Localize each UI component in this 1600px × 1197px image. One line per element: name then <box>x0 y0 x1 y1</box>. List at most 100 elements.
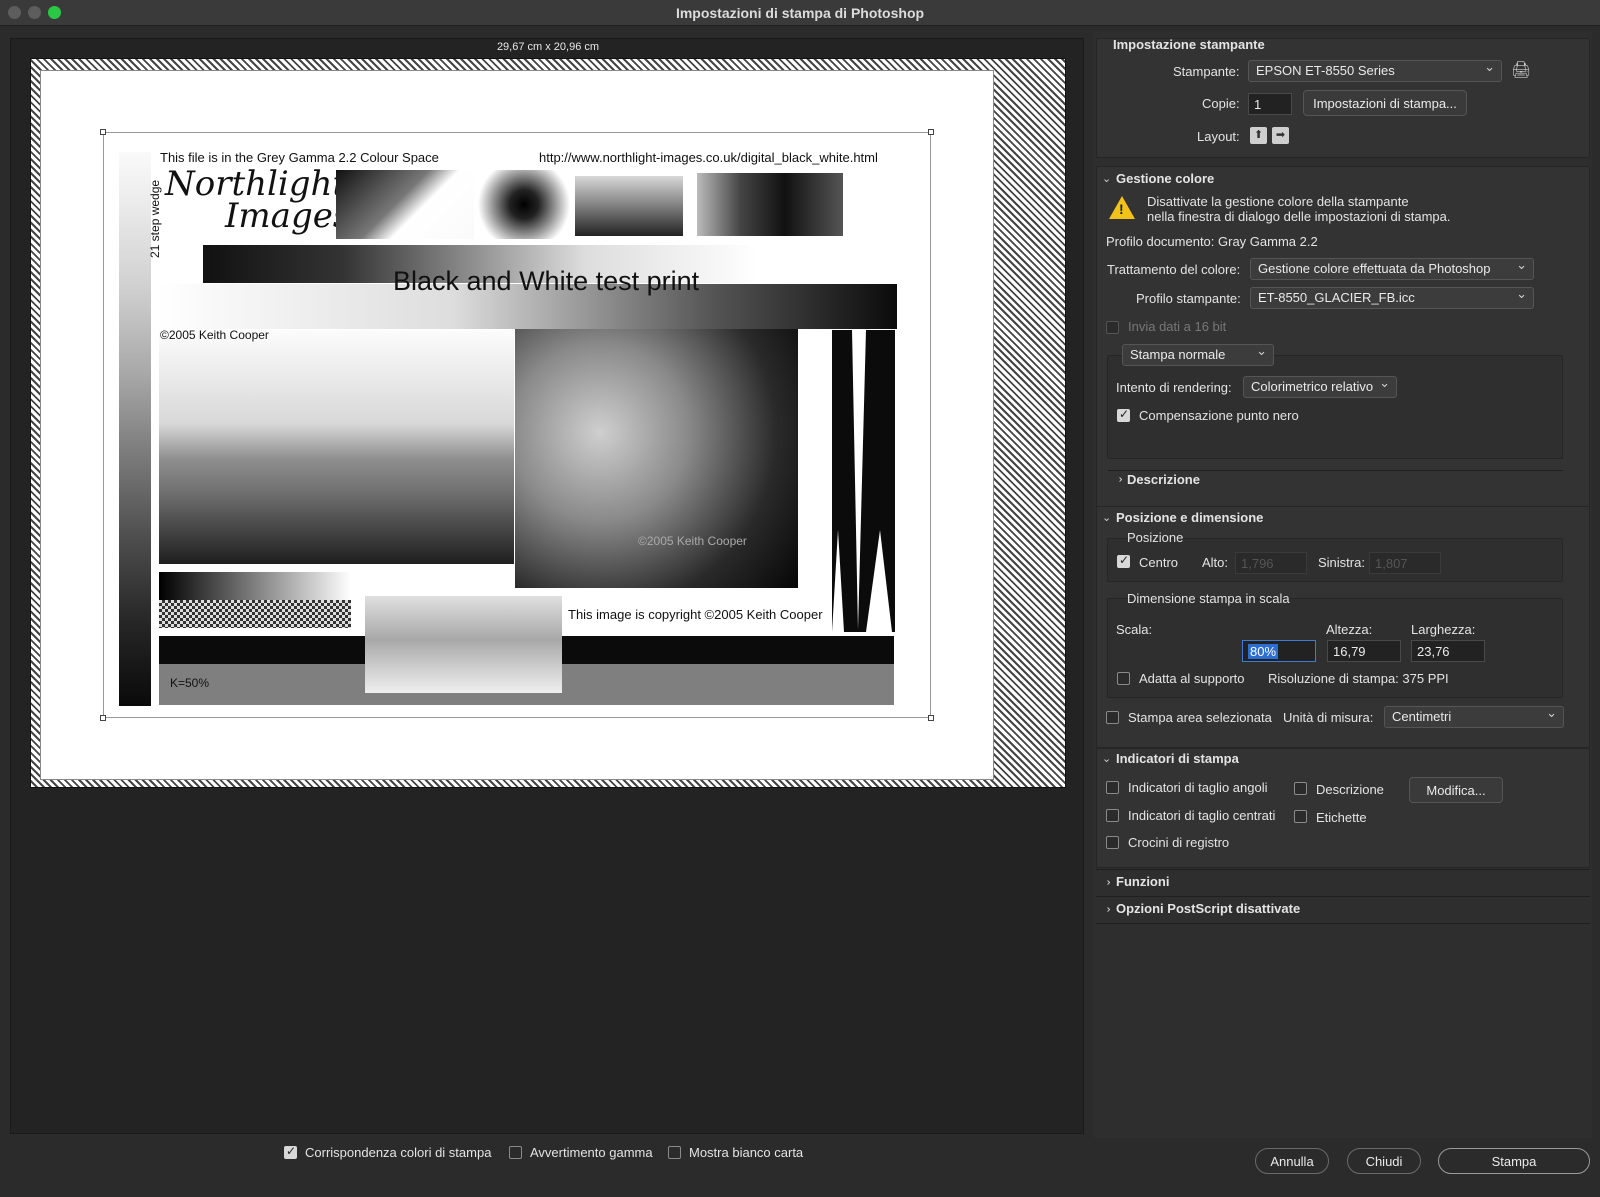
postscript-chevron-icon[interactable]: ⌄ <box>1100 905 1113 914</box>
units-select[interactable]: Centimetri <box>1384 706 1564 728</box>
printing-marks-chevron-icon[interactable]: ⌄ <box>1102 752 1111 765</box>
print-button[interactable]: Stampa <box>1438 1148 1590 1174</box>
landscape-layout-icon[interactable]: ➡ <box>1272 127 1289 144</box>
printer-profile-select[interactable]: ET-8550_GLACIER_FB.icc <box>1250 287 1534 309</box>
ruin-photo <box>515 329 798 588</box>
registration-checkbox[interactable] <box>1106 836 1119 849</box>
send-16bit-checkbox[interactable] <box>1106 321 1119 334</box>
units-label: Unità di misura: <box>1283 710 1374 725</box>
scaled-size-heading: Dimensione stampa in scala <box>1127 591 1290 606</box>
print-selected-label: Stampa area selezionata <box>1128 710 1272 725</box>
top-input[interactable]: 1,796 <box>1235 552 1307 574</box>
black-point-label: Compensazione punto nero <box>1139 408 1299 423</box>
k-value-label: K=50% <box>170 676 210 690</box>
registration-label: Crocini di registro <box>1128 835 1230 850</box>
misty-hills-photo <box>365 596 562 693</box>
position-heading: Posizione <box>1127 530 1184 545</box>
scale-input[interactable]: 80% <box>1242 640 1316 662</box>
resize-handle-top-left[interactable] <box>100 129 106 135</box>
copies-input[interactable]: 1 <box>1248 93 1292 115</box>
labels-label: Etichette <box>1316 810 1367 825</box>
width-label: Larghezza: <box>1411 622 1476 637</box>
divider <box>1108 470 1563 471</box>
position-size-heading[interactable]: Posizione e dimensione <box>1116 510 1263 525</box>
top-label: Alto: <box>1202 555 1229 570</box>
rendering-intent-label: Intento di rendering: <box>1116 380 1232 395</box>
width-input[interactable]: 23,76 <box>1411 640 1485 662</box>
lake-photo <box>159 330 514 564</box>
height-input[interactable]: 16,79 <box>1327 640 1401 662</box>
printer-label: Stampante: <box>1173 64 1240 79</box>
match-colors-checkbox[interactable] <box>284 1144 297 1159</box>
fit-media-label: Adatta al supporto <box>1139 671 1245 686</box>
description-heading[interactable]: Descrizione <box>1127 472 1200 487</box>
height-label: Altezza: <box>1326 622 1373 637</box>
url-text: http://www.northlight-images.co.uk/digit… <box>539 150 878 165</box>
description-checkbox[interactable] <box>1294 782 1307 795</box>
center-checkbox[interactable] <box>1117 553 1130 568</box>
divider <box>1096 896 1590 897</box>
ruin-watermark-text: ©2005 Keith Cooper <box>638 534 747 548</box>
cancel-button[interactable]: Annulla <box>1255 1148 1329 1174</box>
portrait-layout-icon[interactable]: ⬆ <box>1250 127 1267 144</box>
edit-marks-button[interactable]: Modifica... <box>1409 777 1503 803</box>
resize-handle-top-right[interactable] <box>928 129 934 135</box>
color-handling-select[interactable]: Gestione colore effettuata da Photoshop <box>1250 258 1534 280</box>
photo-copyright-text: ©2005 Keith Cooper <box>160 328 269 342</box>
step-wedge-label: 21 step wedge <box>148 179 162 258</box>
color-handling-label: Trattamento del colore: <box>1107 262 1241 277</box>
divider <box>1096 869 1590 870</box>
colour-space-text: This file is in the Grey Gamma 2.2 Colou… <box>160 150 439 165</box>
printer-select[interactable]: EPSON ET-8550 Series <box>1248 60 1502 82</box>
center-label: Centro <box>1139 555 1179 570</box>
functions-chevron-icon[interactable]: ⌄ <box>1100 878 1113 887</box>
corner-crop-checkbox[interactable] <box>1106 781 1119 794</box>
center-crop-checkbox[interactable] <box>1106 809 1119 822</box>
scale-label: Scala: <box>1116 622 1153 637</box>
close-button[interactable]: Chiudi <box>1347 1148 1421 1174</box>
color-management-heading[interactable]: Gestione colore <box>1116 171 1214 186</box>
printer-profile-label: Profilo stampante: <box>1136 291 1241 306</box>
print-settings-button[interactable]: Impostazioni di stampa... <box>1303 90 1467 116</box>
northlight-logo: Northlight Images <box>165 167 350 233</box>
printing-marks-heading[interactable]: Indicatori di stampa <box>1116 751 1239 766</box>
paper-white-label: Mostra bianco carta <box>689 1145 804 1160</box>
gradient-triangle-swatch <box>336 170 474 239</box>
gamut-warning-label: Avvertimento gamma <box>530 1145 653 1160</box>
black-point-checkbox[interactable] <box>1117 407 1130 422</box>
layout-label: Layout: <box>1197 129 1240 144</box>
copies-label: Copie: <box>1202 96 1240 111</box>
test-print-title: Black and White test print <box>393 266 700 296</box>
gamut-warning-checkbox[interactable] <box>509 1146 522 1159</box>
resize-handle-bottom-left[interactable] <box>100 715 106 721</box>
print-selected-checkbox[interactable] <box>1106 711 1119 724</box>
description-mark-label: Descrizione <box>1316 782 1384 797</box>
warning-line-1: Disattivate la gestione colore della sta… <box>1147 194 1409 209</box>
window-title: Impostazioni di stampa di Photoshop <box>675 5 925 21</box>
resize-handle-bottom-right[interactable] <box>928 715 934 721</box>
color-management-chevron-icon[interactable]: ⌄ <box>1102 172 1111 185</box>
image-copyright-text: This image is copyright ©2005 Keith Coop… <box>568 607 823 622</box>
send-16bit-label: Invia dati a 16 bit <box>1128 319 1227 334</box>
add-printer-icon[interactable]: 🖨 <box>1511 60 1531 80</box>
thumbnail-rocks <box>697 173 843 236</box>
left-input[interactable]: 1,807 <box>1369 552 1441 574</box>
divider <box>1096 923 1590 924</box>
match-colors-label: Corrispondenza colori di stampa <box>305 1145 492 1160</box>
description-chevron-icon[interactable]: ⌄ <box>1112 475 1125 484</box>
radial-gradient-swatch <box>478 170 570 239</box>
center-crop-label: Indicatori di taglio centrati <box>1128 808 1276 823</box>
document-profile-text: Profilo documento: Gray Gamma 2.2 <box>1106 234 1318 249</box>
position-size-chevron-icon[interactable]: ⌄ <box>1102 511 1111 524</box>
printer-setup-heading: Impostazione stampante <box>1113 37 1265 52</box>
print-mode-select[interactable]: Stampa normale <box>1122 344 1274 366</box>
paper-white-checkbox[interactable] <box>668 1146 681 1159</box>
thumbnail-trees <box>575 176 683 236</box>
functions-heading[interactable]: Funzioni <box>1116 874 1169 889</box>
labels-checkbox[interactable] <box>1294 810 1307 823</box>
postscript-heading[interactable]: Opzioni PostScript disattivate <box>1116 901 1300 916</box>
left-label: Sinistra: <box>1318 555 1365 570</box>
scale-value: 80% <box>1248 644 1279 659</box>
rendering-intent-select[interactable]: Colorimetrico relativo <box>1243 376 1397 398</box>
fit-media-checkbox[interactable] <box>1117 672 1130 685</box>
